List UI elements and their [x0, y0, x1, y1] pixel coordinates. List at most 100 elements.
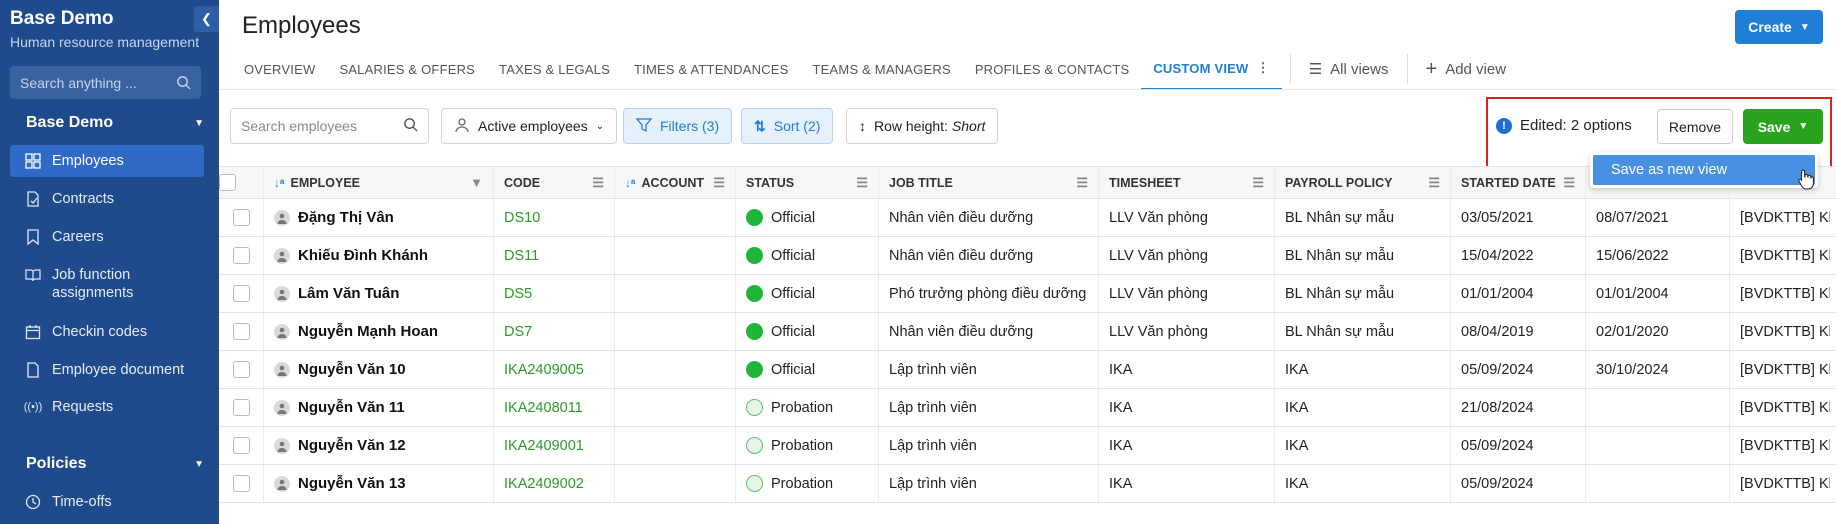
employee-cell[interactable]: Nguyễn Văn 10 — [264, 351, 494, 388]
employee-code[interactable]: DS7 — [494, 313, 615, 350]
employee-cell[interactable]: Đặng Thị Vân — [264, 199, 494, 236]
clock-icon — [24, 493, 42, 511]
sidebar-item-contracts[interactable]: Contracts — [10, 183, 204, 215]
table-row[interactable]: Nguyễn Mạnh Hoan DS7 Official Nhân viên điề… — [219, 313, 1836, 351]
employee-cell[interactable]: Khiếu Đình Khánh — [264, 237, 494, 274]
department-cell: [BVDKTTB] Kh — [1740, 361, 1830, 378]
filter-icon[interactable]: ☰ — [592, 175, 604, 191]
table-row[interactable]: Đặng Thị Vân DS10 Official Nhân viên điều d… — [219, 199, 1836, 237]
table-row[interactable]: Nguyễn Văn 11 IKA2408011 Probation Lập trìn… — [219, 389, 1836, 427]
filter-icon[interactable]: ☰ — [856, 175, 868, 191]
avatar — [274, 285, 290, 302]
save-as-new-view-option[interactable]: Save as new view — [1593, 155, 1815, 185]
sidebar-section-base-demo[interactable]: Base Demo ▼ — [26, 114, 204, 132]
employee-code[interactable]: DS10 — [494, 199, 615, 236]
sidebar-item-employee-document[interactable]: Employee document — [10, 354, 204, 386]
employee-name: Nguyễn Văn 12 — [298, 437, 406, 454]
sidebar-section-label: Base Demo — [26, 114, 114, 131]
sidebar-item-careers[interactable]: Careers — [10, 221, 204, 253]
tab-label: OVERVIEW — [244, 61, 316, 77]
column-job-title[interactable]: JOB TITLE ☰ — [879, 167, 1099, 198]
employee-cell[interactable]: Lâm Văn Tuân — [264, 275, 494, 312]
employee-code[interactable]: IKA2409002 — [494, 465, 615, 502]
table-row[interactable]: Lâm Văn Tuân DS5 Official Phó trưởng phòng … — [219, 275, 1836, 313]
employee-code[interactable]: IKA2409001 — [494, 427, 615, 464]
column-employee[interactable]: ↓ᵃ EMPLOYEE ▼ — [264, 167, 494, 198]
tab-teams-managers[interactable]: TEAMS & MANAGERS — [801, 48, 963, 90]
status-cell: Official — [736, 313, 879, 350]
employee-search-input[interactable]: Search employees — [230, 108, 429, 144]
sidebar-item-label: Requests — [52, 399, 114, 415]
sidebar-section-policies[interactable]: Policies ▼ — [26, 455, 204, 473]
employee-name: Nguyễn Văn 13 — [298, 475, 406, 492]
row-height-button[interactable]: ↕ Row height: Short — [846, 108, 999, 144]
employee-cell[interactable]: Nguyễn Văn 13 — [264, 465, 494, 502]
sidebar-item-checkin-codes[interactable]: Checkin codes — [10, 316, 204, 348]
employee-code[interactable]: DS5 — [494, 275, 615, 312]
sidebar-item-time-offs[interactable]: Time-offs — [10, 486, 204, 518]
select-all-checkbox[interactable] — [219, 167, 264, 198]
all-views-button[interactable]: ☰ All views — [1299, 48, 1399, 90]
row-checkbox[interactable] — [219, 237, 264, 274]
tab-overview[interactable]: OVERVIEW — [232, 48, 327, 90]
employee-name: Khiếu Đình Khánh — [298, 247, 428, 264]
status-dot — [746, 285, 763, 302]
status-dot — [746, 361, 763, 378]
timesheet-cell: IKA — [1099, 389, 1275, 426]
column-status[interactable]: STATUS ☰ — [736, 167, 879, 198]
tab-custom-view[interactable]: CUSTOM VIEW ⋮ — [1141, 48, 1282, 90]
date-cell: 01/01/2004 — [1586, 275, 1730, 312]
sidebar-item-employees[interactable]: Employees — [10, 145, 204, 177]
active-employees-dropdown[interactable]: Active employees ⌄ — [441, 108, 618, 144]
table-row[interactable]: Nguyễn Văn 10 IKA2409005 Official Lập trình… — [219, 351, 1836, 389]
row-checkbox[interactable] — [219, 275, 264, 312]
employee-code[interactable]: IKA2409005 — [494, 351, 615, 388]
bookmark-icon — [24, 228, 42, 246]
column-account[interactable]: ↓ᵃ ACCOUNT ☰ — [615, 167, 736, 198]
sidebar-item-requests[interactable]: ((•)) Requests — [10, 391, 204, 423]
row-checkbox[interactable] — [219, 465, 264, 502]
row-checkbox[interactable] — [219, 389, 264, 426]
tab-times-attendances[interactable]: TIMES & ATTENDANCES — [622, 48, 801, 90]
remove-button[interactable]: Remove — [1657, 109, 1733, 144]
kebab-menu-icon[interactable]: ⋮ — [1256, 60, 1269, 76]
sidebar-item-job-function-assignments[interactable]: Job function assignments — [10, 259, 204, 309]
table-row[interactable]: Nguyễn Văn 13 IKA2409002 Probation Lập trìn… — [219, 465, 1836, 503]
column-started-date[interactable]: STARTED DATE ☰ — [1451, 167, 1586, 198]
broadcast-icon: ((•)) — [23, 401, 43, 413]
timesheet-cell: IKA — [1099, 465, 1275, 502]
sidebar-search-input[interactable]: Search anything ... — [10, 66, 201, 99]
filters-button[interactable]: Filters (3) — [623, 108, 733, 144]
employee-cell[interactable]: Nguyễn Văn 11 — [264, 389, 494, 426]
row-checkbox[interactable] — [219, 199, 264, 236]
table-row[interactable]: Nguyễn Văn 12 IKA2409001 Probation Lập trìn… — [219, 427, 1836, 465]
save-button[interactable]: Save ▼ — [1743, 109, 1823, 144]
sort-button[interactable]: ⇅ Sort (2) — [741, 108, 834, 144]
filter-icon[interactable]: ☰ — [713, 175, 725, 191]
status-dot — [746, 247, 763, 264]
employee-cell[interactable]: Nguyễn Mạnh Hoan — [264, 313, 494, 350]
employee-code[interactable]: DS11 — [494, 237, 615, 274]
column-payroll-policy[interactable]: PAYROLL POLICY ☰ — [1275, 167, 1451, 198]
filter-icon[interactable]: ☰ — [1428, 175, 1440, 191]
tab-taxes-legals[interactable]: TAXES & LEGALS — [487, 48, 622, 90]
filter-icon[interactable]: ☰ — [1076, 175, 1088, 191]
row-checkbox[interactable] — [219, 351, 264, 388]
job-title-cell: Nhân viên điều dưỡng — [879, 199, 1099, 236]
filter-icon[interactable]: ☰ — [1563, 175, 1575, 191]
tab-salaries-offers[interactable]: SALARIES & OFFERS — [327, 48, 487, 90]
document-icon — [24, 361, 42, 379]
row-checkbox[interactable] — [219, 427, 264, 464]
add-view-button[interactable]: + Add view — [1416, 48, 1517, 90]
row-checkbox[interactable] — [219, 313, 264, 350]
filter-active-icon[interactable]: ▼ — [470, 175, 483, 190]
collapse-sidebar-button[interactable]: ❮ — [194, 6, 219, 32]
employee-code[interactable]: IKA2408011 — [494, 389, 615, 426]
column-code[interactable]: CODE ☰ — [494, 167, 615, 198]
filter-icon[interactable]: ☰ — [1252, 175, 1264, 191]
table-row[interactable]: Khiếu Đình Khánh DS11 Official Nhân viên đi… — [219, 237, 1836, 275]
create-button[interactable]: Create ▼ — [1735, 10, 1823, 44]
column-timesheet[interactable]: TIMESHEET ☰ — [1099, 167, 1275, 198]
tab-profiles-contacts[interactable]: PROFILES & CONTACTS — [963, 48, 1142, 90]
employee-cell[interactable]: Nguyễn Văn 12 — [264, 427, 494, 464]
